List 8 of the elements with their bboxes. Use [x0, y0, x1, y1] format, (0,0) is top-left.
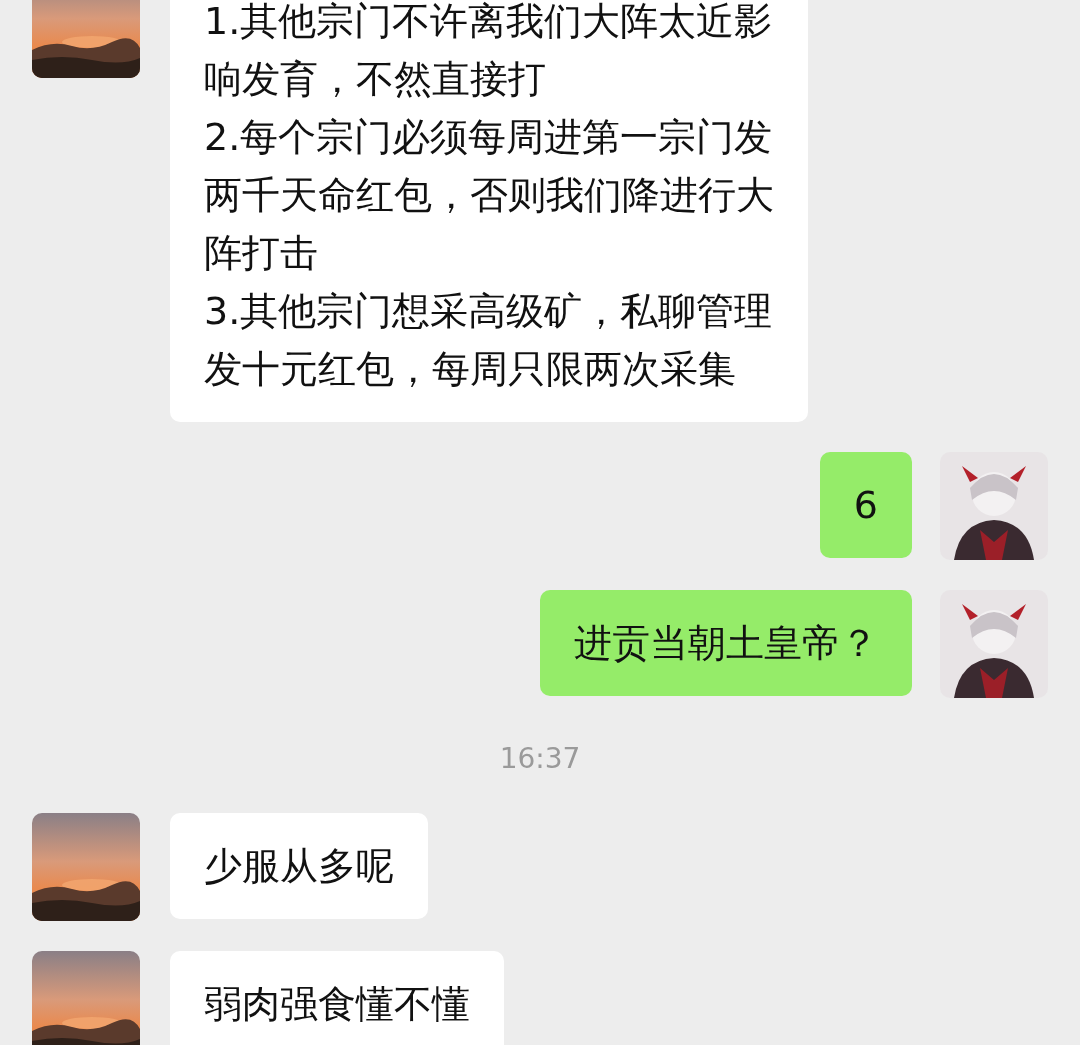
message-bubble: 弱肉强食懂不懂 — [170, 951, 504, 1045]
avatar-icon[interactable] — [940, 452, 1048, 560]
message-bubble: 进贡当朝土皇帝？ — [540, 590, 912, 696]
message-bubble: 6 — [819, 452, 912, 558]
avatar-icon[interactable] — [940, 590, 1048, 698]
message-bubble: 少服从多呢 — [170, 813, 428, 919]
timestamp: 16:37 — [499, 741, 581, 777]
message-bubble: 1.其他宗门不许离我们大阵太近影 响发育，不然直接打 2.每个宗门必须每周进第一宗门发 两千天命红包，否则我们降进行大 阵打击 3.其他宗门想采高级矿，私聊管理 发十元红包，每周只限两次采集 — [170, 0, 808, 422]
